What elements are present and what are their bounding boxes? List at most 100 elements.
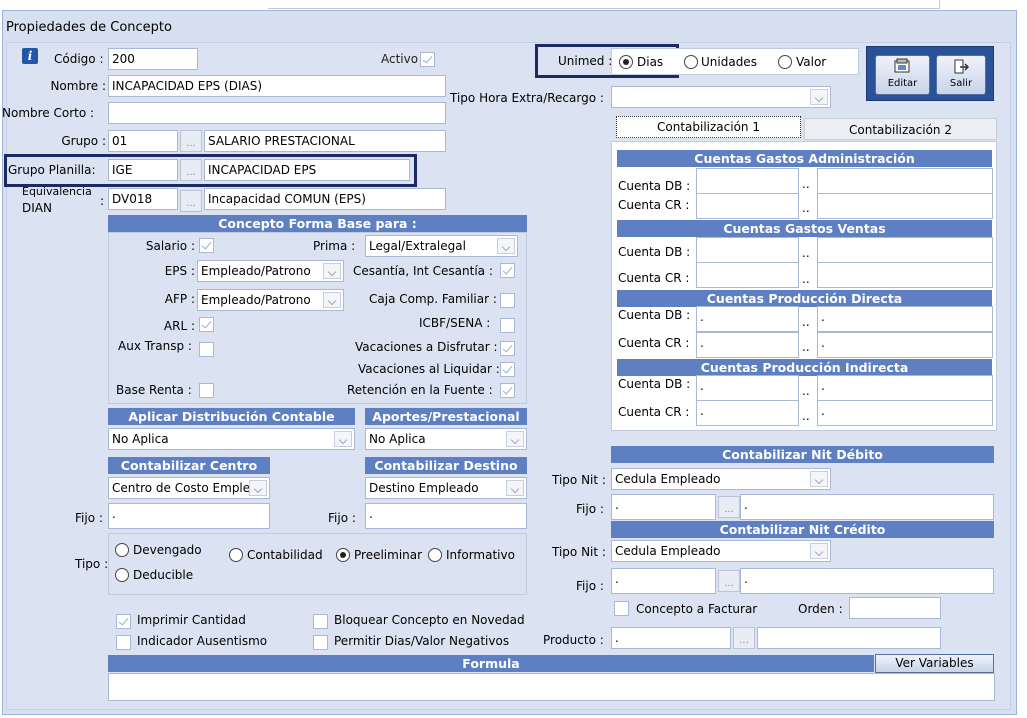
base-renta-checkbox[interactable] xyxy=(199,383,214,398)
icbf-checkbox[interactable] xyxy=(500,318,515,333)
cuentas-directa-cr-input[interactable]: . xyxy=(696,332,799,358)
producto-lookup-button[interactable]: ... xyxy=(733,627,755,649)
nit-credito-lookup-button[interactable]: ... xyxy=(718,570,740,592)
afp-select[interactable]: Empleado/Patrono xyxy=(197,289,344,311)
contab-centro-select[interactable]: Centro de Costo Emple xyxy=(108,477,270,499)
unimed-unidades-radio[interactable] xyxy=(684,55,698,69)
cuentas-admin-cr-input[interactable] xyxy=(696,193,799,219)
tab-contabilizacion-1[interactable]: Contabilización 1 xyxy=(616,116,801,138)
chevron-down-icon xyxy=(323,263,341,279)
arl-label: ARL : xyxy=(163,319,195,333)
concepto-facturar-checkbox[interactable] xyxy=(614,601,629,616)
aux-transp-label: Aux Transp : xyxy=(118,339,192,353)
imprimir-checkbox[interactable] xyxy=(116,614,131,629)
codigo-input[interactable]: 200 xyxy=(108,48,198,70)
producto-input[interactable]: . xyxy=(611,627,731,649)
nit-credito-fijo-name: . xyxy=(740,568,994,594)
vac-liquidar-label: Vacaciones al Liquidar : xyxy=(358,362,500,376)
contab-destino-select[interactable]: Destino Empleado xyxy=(365,477,527,499)
orden-input[interactable] xyxy=(849,597,941,619)
bloquear-label: Bloquear Concepto en Novedad xyxy=(334,613,525,627)
info-icon[interactable]: i xyxy=(22,48,38,64)
title-bar: Propiedades de Concepto xyxy=(4,12,1015,42)
editar-button[interactable]: Editar xyxy=(875,55,930,95)
bloquear-checkbox[interactable] xyxy=(313,614,328,629)
aplicar-dist-select[interactable]: No Aplica xyxy=(108,428,355,450)
tipo-devengado-radio[interactable] xyxy=(115,543,129,557)
cuentas-indirecta-header: Cuentas Producción Indirecta xyxy=(617,359,992,376)
nit-credito-fijo-input[interactable]: . xyxy=(611,568,716,594)
vac-liquidar-checkbox[interactable] xyxy=(500,362,515,377)
salario-label: Salario : xyxy=(145,239,195,253)
cuentas-admin-db-input[interactable] xyxy=(696,168,799,194)
indicador-checkbox[interactable] xyxy=(116,635,131,650)
tipo-informativo-label: Informativo xyxy=(446,548,515,562)
concepto-base-header: Concepto Forma Base para : xyxy=(108,215,527,232)
retencion-checkbox[interactable] xyxy=(500,383,515,398)
vac-disfrutar-checkbox[interactable] xyxy=(500,341,515,356)
activo-checkbox[interactable] xyxy=(420,52,435,67)
cuentas-admin-db-name xyxy=(817,168,993,194)
tipo-contabilidad-radio[interactable] xyxy=(229,548,243,562)
tab-contabilizacion-2[interactable]: Contabilización 2 xyxy=(804,118,997,140)
arl-checkbox[interactable] xyxy=(199,317,214,332)
unimed-dias-radio[interactable] xyxy=(619,55,633,69)
salario-checkbox[interactable] xyxy=(199,238,214,253)
cesantia-checkbox[interactable] xyxy=(500,263,515,278)
cuentas-admin-cr-name xyxy=(817,193,993,219)
cuentas-ventas-cr-label: Cuenta CR : xyxy=(618,271,690,285)
nit-debito-fijo-label: Fijo : xyxy=(576,502,604,516)
formula-input[interactable] xyxy=(108,673,995,701)
cuentas-admin-header: Cuentas Gastos Administración xyxy=(617,150,992,167)
grupo-label: Grupo : xyxy=(61,134,106,148)
eps-select[interactable]: Empleado/Patrono xyxy=(197,260,344,282)
nit-credito-tipo-select[interactable]: Cedula Empleado xyxy=(611,540,831,562)
vac-disfrutar-label: Vacaciones a Disfrutar : xyxy=(355,340,498,354)
nit-debito-fijo-input[interactable]: . xyxy=(611,494,716,520)
unimed-label: Unimed : xyxy=(558,54,613,68)
grupo-lookup-button[interactable]: ... xyxy=(180,130,202,152)
cuentas-ventas-cr-input[interactable] xyxy=(696,262,799,288)
tipo-label: Tipo : xyxy=(75,557,109,571)
nit-debito-header: Contabilizar Nit Débito xyxy=(611,446,994,463)
equivalencia-lookup-button[interactable]: ... xyxy=(180,190,202,212)
contab-centro-value: Centro de Costo Emple xyxy=(112,481,251,495)
afp-label: AFP : xyxy=(164,292,195,306)
cuentas-directa-db-input[interactable]: . xyxy=(696,306,799,332)
prima-select[interactable]: Legal/Extralegal xyxy=(365,235,518,257)
nit-debito-lookup-button[interactable]: ... xyxy=(718,496,740,518)
unimed-valor-radio[interactable] xyxy=(778,55,792,69)
cuentas-ventas-db-input[interactable] xyxy=(696,237,799,263)
formula-header: Formula xyxy=(108,655,874,672)
fijo-destino-input[interactable]: . xyxy=(365,503,527,529)
window-title: Propiedades de Concepto xyxy=(6,20,172,35)
cuentas-ventas-db-label: Cuenta DB : xyxy=(618,245,691,259)
tipo-deducible-radio[interactable] xyxy=(115,568,129,582)
fijo-centro-input[interactable]: . xyxy=(108,503,270,529)
tipo-hora-label: Tipo Hora Extra/Recargo : xyxy=(450,91,604,105)
base-renta-label: Base Renta : xyxy=(116,383,192,397)
aux-transp-checkbox[interactable] xyxy=(199,342,214,357)
salir-button[interactable]: Salir xyxy=(936,55,986,95)
permitir-checkbox[interactable] xyxy=(313,635,328,650)
nit-debito-tipo-select[interactable]: Cedula Empleado xyxy=(611,468,831,490)
aportes-header: Aportes/Prestacional xyxy=(365,408,527,425)
cuentas-admin-db-label: Cuenta DB : xyxy=(618,179,691,193)
cuentas-directa-cr-label: Cuenta CR : xyxy=(618,336,690,350)
grupo-code-input[interactable]: 01 xyxy=(108,130,178,152)
tipo-informativo-radio[interactable] xyxy=(428,548,442,562)
equivalencia-code-input[interactable]: DV018 xyxy=(108,188,178,210)
nombre-corto-input[interactable] xyxy=(108,102,446,124)
cuentas-indirecta-cr-input[interactable]: . xyxy=(696,400,799,426)
aportes-select[interactable]: No Aplica xyxy=(365,428,527,450)
nombre-input[interactable]: INCAPACIDAD EPS (DIAS) xyxy=(108,75,446,97)
cuentas-ventas-header: Cuentas Gastos Ventas xyxy=(617,220,992,237)
tipo-hora-select[interactable] xyxy=(611,86,831,108)
tipo-preeliminar-radio[interactable] xyxy=(336,548,350,562)
caja-label: Caja Comp. Familiar : xyxy=(369,292,497,306)
eps-value: Empleado/Patrono xyxy=(201,264,311,278)
caja-checkbox[interactable] xyxy=(500,293,515,308)
ver-variables-button[interactable]: Ver Variables xyxy=(875,654,994,673)
fijo-destino-label: Fijo : xyxy=(328,511,356,525)
cuentas-indirecta-db-input[interactable]: . xyxy=(696,375,799,401)
